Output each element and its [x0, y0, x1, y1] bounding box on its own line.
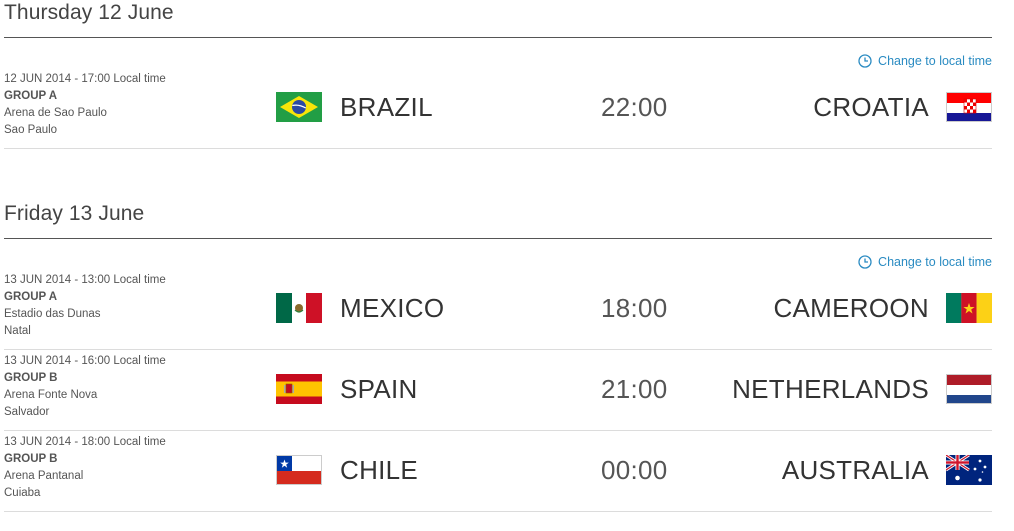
change-local-time-label: Change to local time	[878, 255, 992, 269]
match-row[interactable]: 13 JUN 2014 - 13:00 Local time GROUP A E…	[4, 269, 992, 350]
match-datetime: 13 JUN 2014 - 16:00 Local time	[4, 355, 166, 367]
day-title: Thursday 12 June	[4, 1, 174, 24]
change-local-time-link[interactable]: Change to local time	[858, 54, 992, 68]
change-local-time-link[interactable]: Change to local time	[858, 255, 992, 269]
match-group: GROUP A	[4, 291, 58, 303]
match-group: GROUP B	[4, 453, 58, 465]
cameroon-flag-icon	[946, 293, 992, 323]
mexico-flag-icon	[276, 293, 322, 323]
day-title: Friday 13 June	[4, 202, 145, 225]
match-stadium: Arena Pantanal	[4, 470, 84, 482]
match-datetime: 12 JUN 2014 - 17:00 Local time	[4, 73, 166, 85]
match-stadium: Arena Fonte Nova	[4, 389, 98, 401]
match-info: 12 JUN 2014 - 17:00 Local time GROUP A A…	[4, 71, 166, 139]
clock-icon	[858, 255, 872, 269]
change-local-time-label: Change to local time	[878, 54, 992, 68]
spain-flag-icon	[276, 374, 322, 404]
match-row[interactable]: 13 JUN 2014 - 16:00 Local time GROUP B A…	[4, 350, 992, 431]
match-info: 13 JUN 2014 - 18:00 Local time GROUP B A…	[4, 434, 166, 502]
match-datetime: 13 JUN 2014 - 18:00 Local time	[4, 436, 166, 448]
chile-flag-icon	[276, 455, 322, 485]
home-team-name: CHILE	[340, 455, 419, 485]
match-datetime: 13 JUN 2014 - 13:00 Local time	[4, 274, 166, 286]
match-city: Sao Paulo	[4, 124, 58, 136]
match-row[interactable]: 12 JUN 2014 - 17:00 Local time GROUP A A…	[4, 68, 992, 149]
match-city: Natal	[4, 325, 31, 337]
match-group: GROUP A	[4, 90, 58, 102]
clock-icon	[858, 54, 872, 68]
match-city: Salvador	[4, 406, 50, 418]
australia-flag-icon	[946, 455, 992, 485]
match-info: 13 JUN 2014 - 13:00 Local time GROUP A E…	[4, 272, 166, 340]
match-city: Cuiaba	[4, 487, 41, 499]
home-team-name: BRAZIL	[340, 92, 433, 122]
away-team-name: CAMEROON	[773, 293, 929, 323]
home-team-name: SPAIN	[340, 374, 418, 404]
match-stadium: Estadio das Dunas	[4, 308, 101, 320]
kickoff-time: 22:00	[601, 92, 668, 122]
brazil-flag-icon	[276, 92, 322, 122]
match-group: GROUP B	[4, 372, 58, 384]
netherlands-flag-icon	[946, 374, 992, 404]
match-row[interactable]: 13 JUN 2014 - 18:00 Local time GROUP B A…	[4, 431, 992, 512]
away-team-name: AUSTRALIA	[781, 455, 929, 485]
day-divider	[4, 37, 992, 38]
day-divider	[4, 238, 992, 239]
match-info: 13 JUN 2014 - 16:00 Local time GROUP B A…	[4, 353, 166, 421]
home-team-name: MEXICO	[340, 293, 445, 323]
match-stadium: Arena de Sao Paulo	[4, 107, 107, 119]
croatia-flag-icon	[946, 92, 992, 122]
away-team-name: CROATIA	[813, 92, 929, 122]
kickoff-time: 18:00	[601, 293, 668, 323]
away-team-name: NETHERLANDS	[732, 374, 929, 404]
kickoff-time: 21:00	[601, 374, 668, 404]
kickoff-time: 00:00	[601, 455, 668, 485]
